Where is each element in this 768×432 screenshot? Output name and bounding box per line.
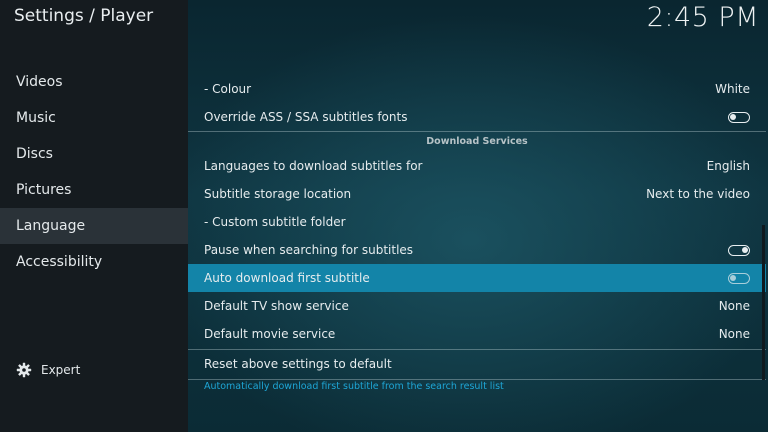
sidebar-item-pictures[interactable]: Pictures	[0, 172, 188, 208]
scrollbar[interactable]	[762, 225, 765, 380]
sidebar-item-videos[interactable]: Videos	[0, 64, 188, 100]
setting-row-override-fonts[interactable]: Override ASS / SSA subtitles fonts	[188, 103, 766, 131]
setting-value: White	[715, 82, 750, 96]
setting-value: Next to the video	[646, 187, 750, 201]
setting-label: Subtitle storage location	[204, 187, 352, 201]
setting-row-auto-download[interactable]: Auto download first subtitle	[188, 264, 766, 292]
expert-label: Expert	[41, 363, 81, 377]
setting-value: None	[718, 299, 750, 313]
setting-label: Override ASS / SSA subtitles fonts	[204, 110, 408, 124]
sidebar-nav: Videos Music Discs Pictures Language Acc…	[0, 64, 188, 280]
setting-label: Pause when searching for subtitles	[204, 243, 414, 257]
setting-label: - Custom subtitle folder	[204, 215, 346, 229]
setting-row-pause-searching[interactable]: Pause when searching for subtitles	[188, 236, 766, 264]
toggle-switch-off[interactable]	[728, 272, 750, 284]
clock: 2:45 PM	[646, 2, 759, 33]
sidebar-item-language[interactable]: Language	[0, 208, 188, 244]
toggle-switch-off[interactable]	[728, 111, 750, 123]
divider	[188, 379, 766, 380]
group-header: Download Services	[426, 136, 528, 147]
sidebar-item-discs[interactable]: Discs	[0, 136, 188, 172]
setting-row-colour[interactable]: - Colour White	[188, 75, 766, 103]
setting-value: None	[718, 327, 750, 341]
setting-label: Languages to download subtitles for	[204, 159, 423, 173]
setting-description: Automatically download first subtitle fr…	[204, 381, 504, 392]
setting-row-movie-service[interactable]: Default movie service None	[188, 320, 766, 348]
setting-value: English	[706, 159, 750, 173]
setting-label: Default TV show service	[204, 299, 349, 313]
setting-label: - Colour	[204, 82, 252, 96]
sidebar: Settings / Player Videos Music Discs Pic…	[0, 0, 188, 432]
toggle-switch-on[interactable]	[728, 244, 750, 256]
setting-label: Reset above settings to default	[204, 357, 392, 371]
setting-row-custom-folder[interactable]: - Custom subtitle folder	[188, 208, 766, 236]
setting-row-storage-location[interactable]: Subtitle storage location Next to the vi…	[188, 180, 766, 208]
sidebar-item-music[interactable]: Music	[0, 100, 188, 136]
page-title: Settings / Player	[14, 6, 154, 26]
expert-level-button[interactable]: Expert	[16, 360, 80, 380]
reset-settings-button[interactable]: Reset above settings to default	[188, 350, 766, 378]
sidebar-item-accessibility[interactable]: Accessibility	[0, 244, 188, 280]
setting-row-subtitle-languages[interactable]: Languages to download subtitles for Engl…	[188, 152, 766, 180]
settings-list: - Colour White Override ASS / SSA subtit…	[188, 47, 768, 407]
gear-icon	[16, 362, 32, 378]
setting-label: Default movie service	[204, 327, 336, 341]
setting-row-partial	[188, 47, 766, 59]
setting-row-tv-service[interactable]: Default TV show service None	[188, 292, 766, 320]
setting-label: Auto download first subtitle	[204, 271, 370, 285]
